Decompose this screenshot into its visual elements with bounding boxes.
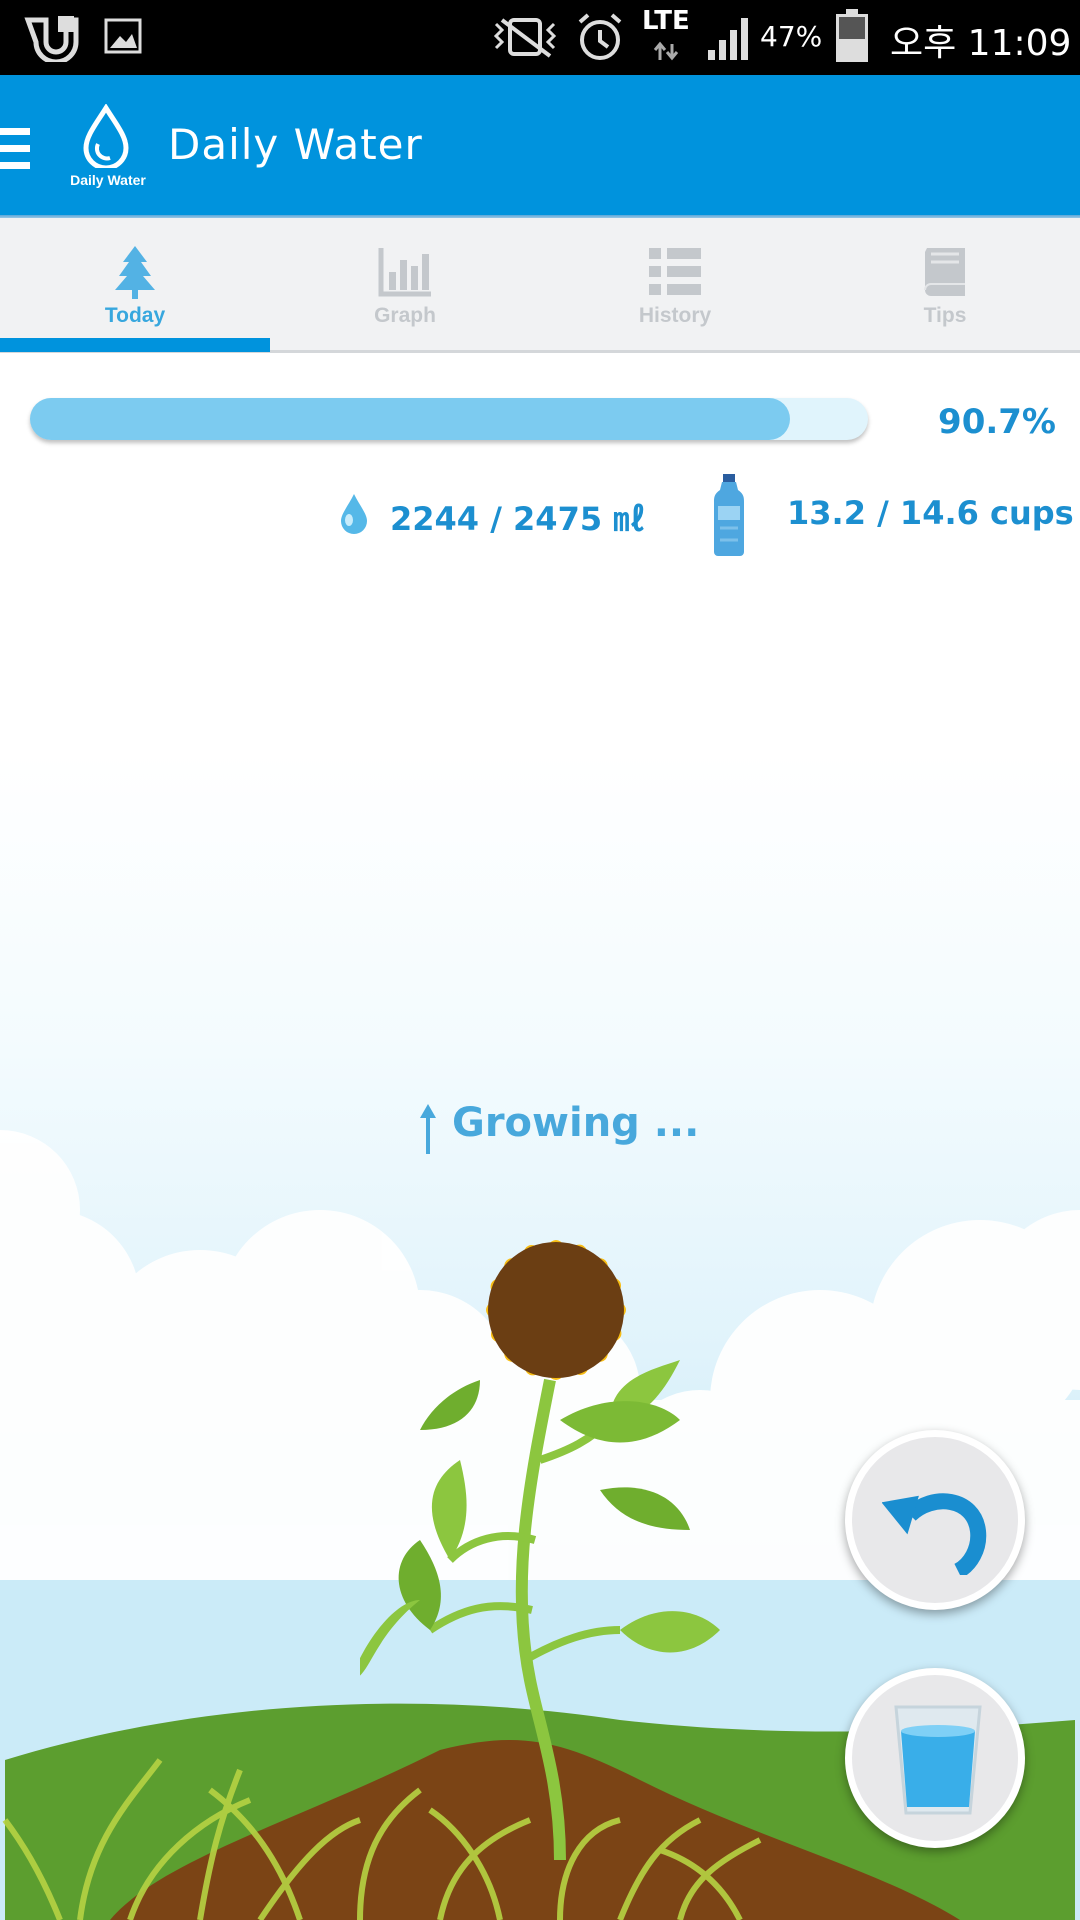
undo-icon	[882, 1493, 987, 1575]
app-bar	[0, 75, 1080, 215]
tab-history[interactable]: History	[540, 218, 810, 350]
tab-graph[interactable]: Graph	[270, 218, 540, 350]
tab-bar: Today Graph History Tips	[0, 218, 1080, 353]
sunflower-head	[486, 1240, 626, 1380]
progress-percent: 90.7%	[938, 402, 1056, 442]
plant-status: Growing ...	[452, 1100, 700, 1146]
bar-chart-icon	[378, 248, 431, 297]
status-bar: LTE 47% 오후 11:09	[0, 0, 1080, 75]
sunflower-illustration	[360, 1240, 720, 1860]
tab-graph-label: Graph	[374, 304, 436, 327]
intake-ml: 2244 / 2475 ㎖	[390, 500, 646, 538]
book-icon	[924, 248, 965, 296]
battery-percent: 47%	[760, 20, 823, 53]
tab-today-label: Today	[104, 304, 166, 327]
app-notification-icon	[24, 16, 79, 62]
tab-tips-label: Tips	[923, 304, 967, 327]
water-glass-icon	[894, 1705, 982, 1815]
add-water-button[interactable]	[845, 1668, 1025, 1848]
arrow-up-icon	[420, 1104, 436, 1154]
tab-today[interactable]: Today	[0, 218, 270, 350]
vibrate-off-icon	[493, 18, 557, 58]
tree-icon	[115, 246, 155, 299]
undo-button[interactable]	[845, 1430, 1025, 1610]
lte-icon: LTE	[642, 6, 690, 36]
image-notification-icon	[104, 18, 142, 54]
status-time: 오후 11:09	[890, 23, 1072, 64]
tab-tips[interactable]: Tips	[810, 218, 1080, 350]
water-drop-icon	[341, 494, 367, 534]
app-title: Daily Water	[168, 120, 423, 169]
signal-icon	[708, 18, 748, 60]
water-drop-logo-icon	[83, 104, 129, 168]
progress-fill	[30, 398, 791, 440]
list-icon	[649, 248, 701, 295]
tab-indicator	[0, 338, 270, 352]
battery-icon	[836, 9, 868, 62]
alarm-icon	[578, 13, 622, 60]
logo-caption: Daily Water	[70, 172, 146, 188]
intake-cups: 13.2 / 14.6 cups	[787, 494, 1074, 532]
water-bottle-icon	[714, 474, 744, 556]
menu-icon[interactable]	[0, 124, 32, 174]
data-arrows-icon	[653, 41, 679, 61]
tab-history-label: History	[638, 304, 712, 327]
